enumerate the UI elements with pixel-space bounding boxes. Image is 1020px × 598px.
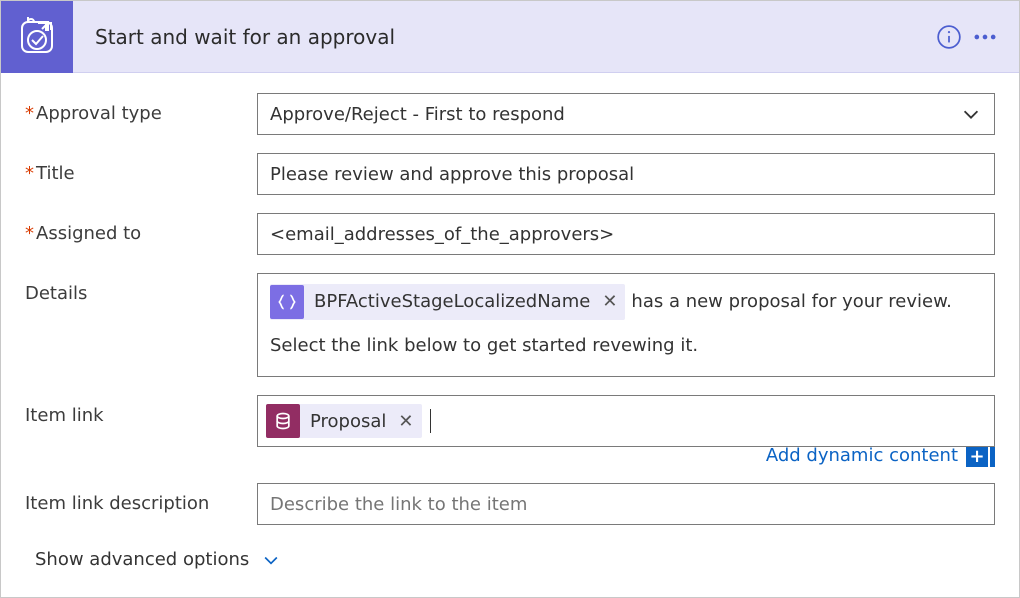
form-body: *Approval type Approve/Reject - First to… [1, 73, 1019, 582]
title-label: *Title [25, 153, 257, 184]
token-label: BPFActiveStageLocalizedName [314, 284, 590, 320]
plus-icon[interactable]: + [966, 445, 988, 467]
more-icon[interactable] [967, 19, 1003, 55]
expression-icon [270, 285, 304, 319]
database-icon [266, 404, 300, 438]
item-link-description-label: Item link description [25, 483, 257, 514]
chevron-down-icon [261, 550, 281, 570]
info-icon[interactable] [931, 19, 967, 55]
details-text: has a new proposal for your review. [631, 284, 952, 320]
assigned-to-input[interactable] [257, 213, 995, 255]
splitter-handle[interactable] [990, 445, 995, 467]
token-bpf-stage[interactable]: BPFActiveStageLocalizedName ✕ [270, 284, 625, 320]
token-remove-icon[interactable]: ✕ [602, 284, 617, 320]
approval-type-select[interactable]: Approve/Reject - First to respond [257, 93, 995, 135]
token-proposal[interactable]: Proposal ✕ [266, 404, 422, 438]
approval-type-label: *Approval type [25, 93, 257, 124]
item-link-label: Item link [25, 395, 257, 426]
details-text-line2: Select the link below to get started rev… [270, 328, 698, 364]
add-dynamic-content-link[interactable]: Add dynamic content [766, 445, 958, 467]
card-header: Start and wait for an approval [1, 1, 1019, 73]
title-input[interactable] [257, 153, 995, 195]
item-link-description-input[interactable] [257, 483, 995, 525]
details-input[interactable]: BPFActiveStageLocalizedName ✕ has a new … [257, 273, 995, 377]
details-label: Details [25, 273, 257, 304]
token-remove-icon[interactable]: ✕ [398, 411, 413, 432]
show-advanced-options-button[interactable]: Show advanced options [25, 543, 281, 570]
chevron-down-icon [960, 103, 982, 125]
assigned-to-label: *Assigned to [25, 213, 257, 244]
approval-action-icon [1, 1, 73, 73]
token-label: Proposal [310, 411, 386, 432]
card-title: Start and wait for an approval [89, 25, 931, 49]
item-link-input[interactable]: Proposal ✕ [257, 395, 995, 447]
text-cursor [430, 409, 431, 433]
